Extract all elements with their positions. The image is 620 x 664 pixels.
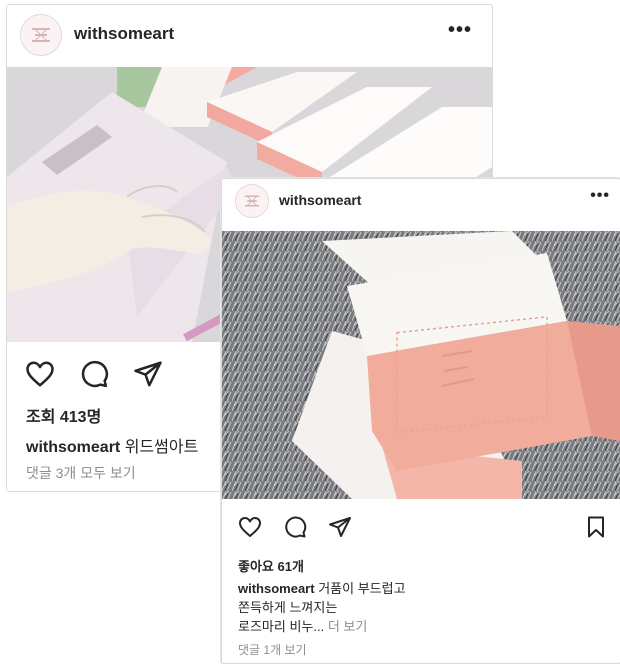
instagram-post-card-2: withsomeart ••• 좋아요 61개 withsomeart 거품이 … <box>221 178 620 664</box>
caption-text-3: 로즈마리 비누... <box>238 619 325 634</box>
caption-line-3: 로즈마리 비누... 더 보기 <box>238 616 367 635</box>
brand-logo-icon <box>236 185 268 217</box>
view-comments-link[interactable]: 댓글 3개 모두 보기 <box>26 463 136 483</box>
soap-on-fur-photo <box>222 231 620 499</box>
more-options-icon[interactable]: ••• <box>448 19 472 42</box>
share-icon[interactable] <box>328 515 352 539</box>
caption-text-1: 거품이 부드럽고 <box>318 581 406 596</box>
caption-line-1: withsomeart 거품이 부드럽고 <box>238 578 406 597</box>
like-count[interactable]: 좋아요 61개 <box>238 556 304 575</box>
action-bar <box>222 513 620 541</box>
post-image[interactable] <box>222 231 620 499</box>
avatar[interactable] <box>20 14 62 56</box>
more-link[interactable]: 더 보기 <box>328 619 368 634</box>
comment-icon[interactable] <box>79 359 109 389</box>
caption-line-2: 쫀득하게 느껴지는 <box>238 600 338 615</box>
post-header: withsomeart ••• <box>7 5 492 67</box>
view-comments-link[interactable]: 댓글 1개 보기 <box>238 641 307 658</box>
share-icon[interactable] <box>133 359 163 389</box>
view-count: 조회 413명 <box>26 409 102 426</box>
post-header: withsomeart ••• <box>222 179 620 223</box>
caption-username[interactable]: withsomeart <box>238 581 315 596</box>
caption-username[interactable]: withsomeart <box>26 439 120 456</box>
caption: withsomeart 위드썸아트 <box>26 433 198 457</box>
bookmark-icon[interactable] <box>584 515 608 539</box>
brand-logo-icon <box>22 16 60 54</box>
heart-icon[interactable] <box>25 359 55 389</box>
username[interactable]: withsomeart <box>74 24 174 44</box>
username[interactable]: withsomeart <box>279 192 361 208</box>
comment-icon[interactable] <box>283 515 307 539</box>
caption-text: 위드썸아트 <box>124 439 199 456</box>
avatar[interactable] <box>235 184 269 218</box>
heart-icon[interactable] <box>238 515 262 539</box>
more-options-icon[interactable]: ••• <box>590 187 610 205</box>
